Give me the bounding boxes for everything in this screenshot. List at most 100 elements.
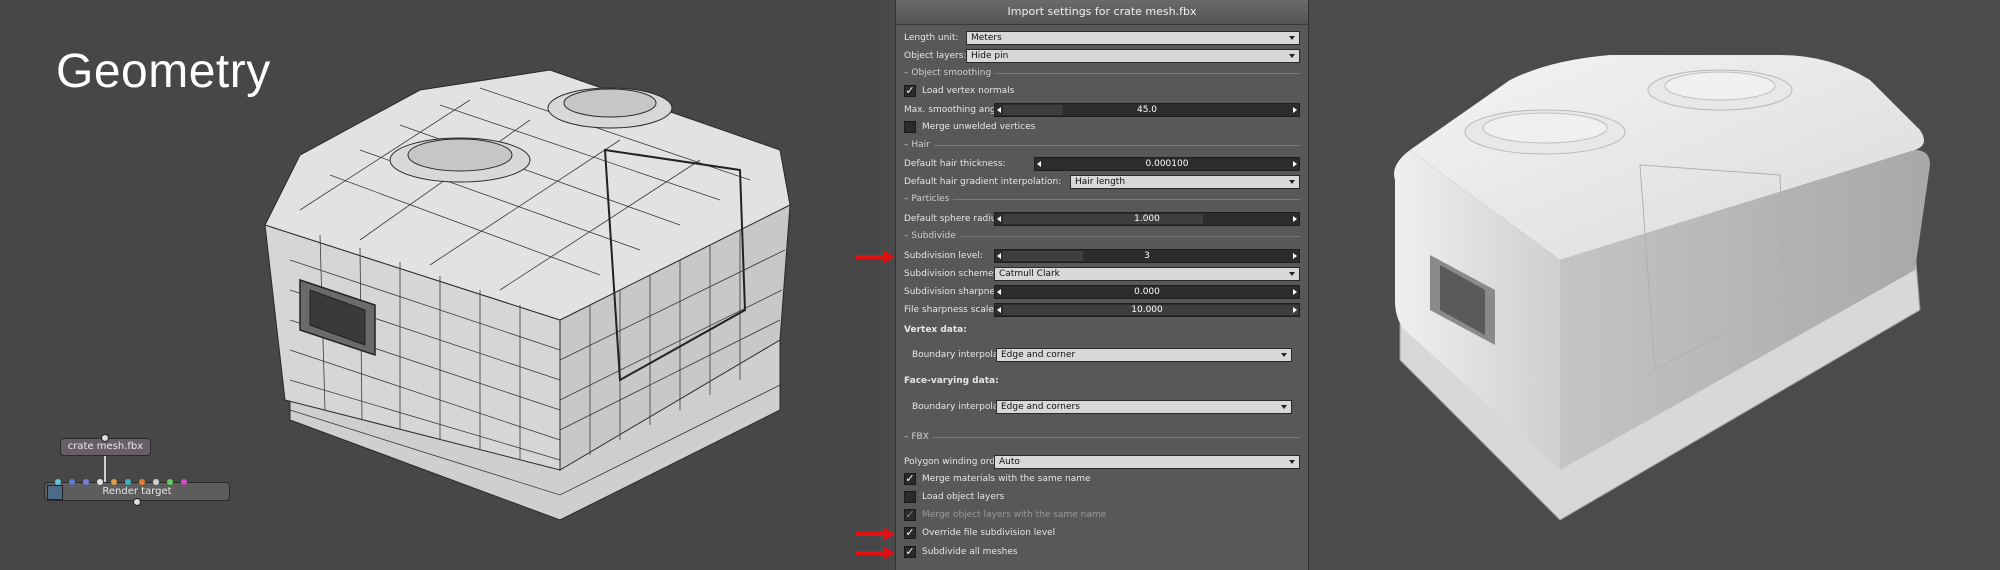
- slider-value: 0.000100: [1145, 159, 1189, 169]
- checkbox-label: Merge object layers with the same name: [922, 510, 1107, 520]
- override-subdiv-row: ✓ Override file subdivision level: [904, 527, 1300, 541]
- merge-object-layers-row: ✓ Merge object layers with the same name: [904, 509, 1300, 523]
- subdiv-scheme-row: Subdivision scheme: Catmull Clark: [904, 267, 1300, 281]
- load-object-layers-row: Load object layers: [904, 491, 1300, 505]
- input-pin[interactable]: [69, 479, 75, 485]
- subdivide-all-row: ✓ Subdivide all meshes: [904, 546, 1300, 560]
- node-bottom-pin[interactable]: [133, 498, 141, 506]
- input-pin[interactable]: [97, 479, 103, 485]
- chevron-down-icon: [1289, 460, 1295, 464]
- merge-unwelded-checkbox[interactable]: [904, 121, 916, 133]
- hair-gradient-label: Default hair gradient interpolation:: [904, 177, 1062, 187]
- arrow-right-icon: [855, 546, 895, 560]
- section-hair: – Hair: [904, 139, 1300, 151]
- face-data-heading: Face-varying data:: [904, 374, 1300, 388]
- subdiv-sharpness-label: Subdivision sharpness:: [904, 287, 1008, 297]
- hair-thickness-slider[interactable]: 0.000100: [1034, 157, 1300, 171]
- node-output-pin[interactable]: [101, 434, 109, 442]
- dropdown-value: Catmull Clark: [999, 269, 1060, 279]
- object-layers-dropdown[interactable]: Hide pin: [966, 49, 1300, 63]
- arrow-right-icon[interactable]: [1293, 289, 1297, 295]
- input-pin[interactable]: [167, 479, 173, 485]
- arrow-right-icon[interactable]: [1293, 216, 1297, 222]
- winding-dropdown[interactable]: Auto: [994, 455, 1300, 469]
- input-pin[interactable]: [83, 479, 89, 485]
- arrow-left-icon[interactable]: [997, 289, 1001, 295]
- input-pin[interactable]: [55, 479, 61, 485]
- subdivide-all-checkbox[interactable]: ✓: [904, 546, 916, 558]
- vertex-data-heading: Vertex data:: [904, 323, 1300, 337]
- max-smoothing-slider[interactable]: 45.0: [994, 103, 1300, 117]
- arrow-right-icon[interactable]: [1293, 107, 1297, 113]
- section-subdivide: – Subdivide: [904, 230, 1300, 242]
- checkbox-label: Subdivide all meshes: [922, 547, 1018, 557]
- input-pin[interactable]: [181, 479, 187, 485]
- dropdown-value: Auto: [999, 457, 1020, 467]
- slider-value: 45.0: [1136, 105, 1158, 115]
- override-subdiv-checkbox[interactable]: ✓: [904, 527, 916, 539]
- input-pin[interactable]: [125, 479, 131, 485]
- length-unit-row: Length unit: Meters: [904, 31, 1300, 45]
- arrow-left-icon[interactable]: [997, 107, 1001, 113]
- chevron-down-icon: [1289, 272, 1295, 276]
- arrow-left-icon[interactable]: [997, 253, 1001, 259]
- input-pin[interactable]: [111, 479, 117, 485]
- file-sharpness-slider[interactable]: 10.000: [994, 303, 1300, 317]
- face-boundary-dropdown[interactable]: Edge and corners: [996, 400, 1292, 414]
- merge-materials-checkbox[interactable]: ✓: [904, 473, 916, 485]
- winding-label: Polygon winding order:: [904, 457, 1008, 467]
- section-fbx: – FBX: [904, 431, 1300, 443]
- arrow-left-icon[interactable]: [1037, 161, 1041, 167]
- chevron-down-icon: [1289, 54, 1295, 58]
- checkbox-label: Merge unwelded vertices: [922, 122, 1036, 132]
- sphere-radius-slider[interactable]: 1.000: [994, 212, 1300, 226]
- wireframe-viewport[interactable]: Geometry crate mesh.fbx Render target: [0, 0, 880, 570]
- section-particles: – Particles: [904, 193, 1300, 205]
- subdiv-sharpness-slider[interactable]: 0.000: [994, 285, 1300, 299]
- section-label: Object smoothing: [911, 68, 992, 78]
- face-boundary-row: Boundary interpolation: Edge and corners: [904, 400, 1300, 414]
- load-object-layers-checkbox[interactable]: [904, 491, 916, 503]
- chevron-down-icon: [1289, 36, 1295, 40]
- arrow-left-icon[interactable]: [997, 216, 1001, 222]
- length-unit-label: Length unit:: [904, 33, 959, 43]
- dropdown-value: Hide pin: [971, 51, 1009, 61]
- dropdown-value: Edge and corner: [1001, 350, 1076, 360]
- dropdown-value: Edge and corners: [1001, 402, 1080, 412]
- section-label: Subdivide: [911, 231, 956, 241]
- length-unit-dropdown[interactable]: Meters: [966, 31, 1300, 45]
- slider-value: 0.000: [1134, 287, 1160, 297]
- vertex-boundary-dropdown[interactable]: Edge and corner: [996, 348, 1292, 362]
- arrow-right-icon[interactable]: [1293, 253, 1297, 259]
- checkbox-label: Merge materials with the same name: [922, 474, 1091, 484]
- import-settings-dialog: Import settings for crate mesh.fbx Lengt…: [895, 0, 1309, 570]
- chevron-down-icon: [1281, 405, 1287, 409]
- render-viewport[interactable]: [1310, 0, 2000, 570]
- section-label: FBX: [911, 432, 929, 442]
- file-sharpness-row: File sharpness scale: 10.000: [904, 303, 1300, 317]
- arrow-right-icon: [855, 250, 895, 264]
- slider-value: 10.000: [1131, 305, 1163, 315]
- hair-thickness-label: Default hair thickness:: [904, 159, 1006, 169]
- subdiv-level-row: Subdivision level: 3: [904, 249, 1300, 263]
- section-object-smoothing: – Object smoothing: [904, 67, 1300, 79]
- arrow-right-icon[interactable]: [1293, 307, 1297, 313]
- load-vertex-normals-checkbox[interactable]: ✓: [904, 85, 916, 97]
- subdiv-level-label: Subdivision level:: [904, 251, 983, 261]
- arrow-left-icon[interactable]: [997, 307, 1001, 313]
- section-label: Particles: [911, 194, 950, 204]
- dialog-title: Import settings for crate mesh.fbx: [896, 0, 1308, 25]
- input-pin[interactable]: [153, 479, 159, 485]
- subdiv-scheme-dropdown[interactable]: Catmull Clark: [994, 267, 1300, 281]
- heading-label: Face-varying data:: [904, 376, 999, 386]
- hair-thickness-row: Default hair thickness: 0.000100: [904, 157, 1300, 171]
- hair-gradient-dropdown[interactable]: Hair length: [1070, 175, 1300, 189]
- vertex-boundary-row: Boundary interpolation: Edge and corner: [904, 348, 1300, 362]
- subdiv-level-slider[interactable]: 3: [994, 249, 1300, 263]
- render-target-icon: [47, 485, 63, 500]
- arrow-right-icon[interactable]: [1293, 161, 1297, 167]
- input-pin[interactable]: [139, 479, 145, 485]
- merge-materials-row: ✓ Merge materials with the same name: [904, 473, 1300, 487]
- subdiv-sharpness-row: Subdivision sharpness: 0.000: [904, 285, 1300, 299]
- dropdown-value: Hair length: [1075, 177, 1126, 187]
